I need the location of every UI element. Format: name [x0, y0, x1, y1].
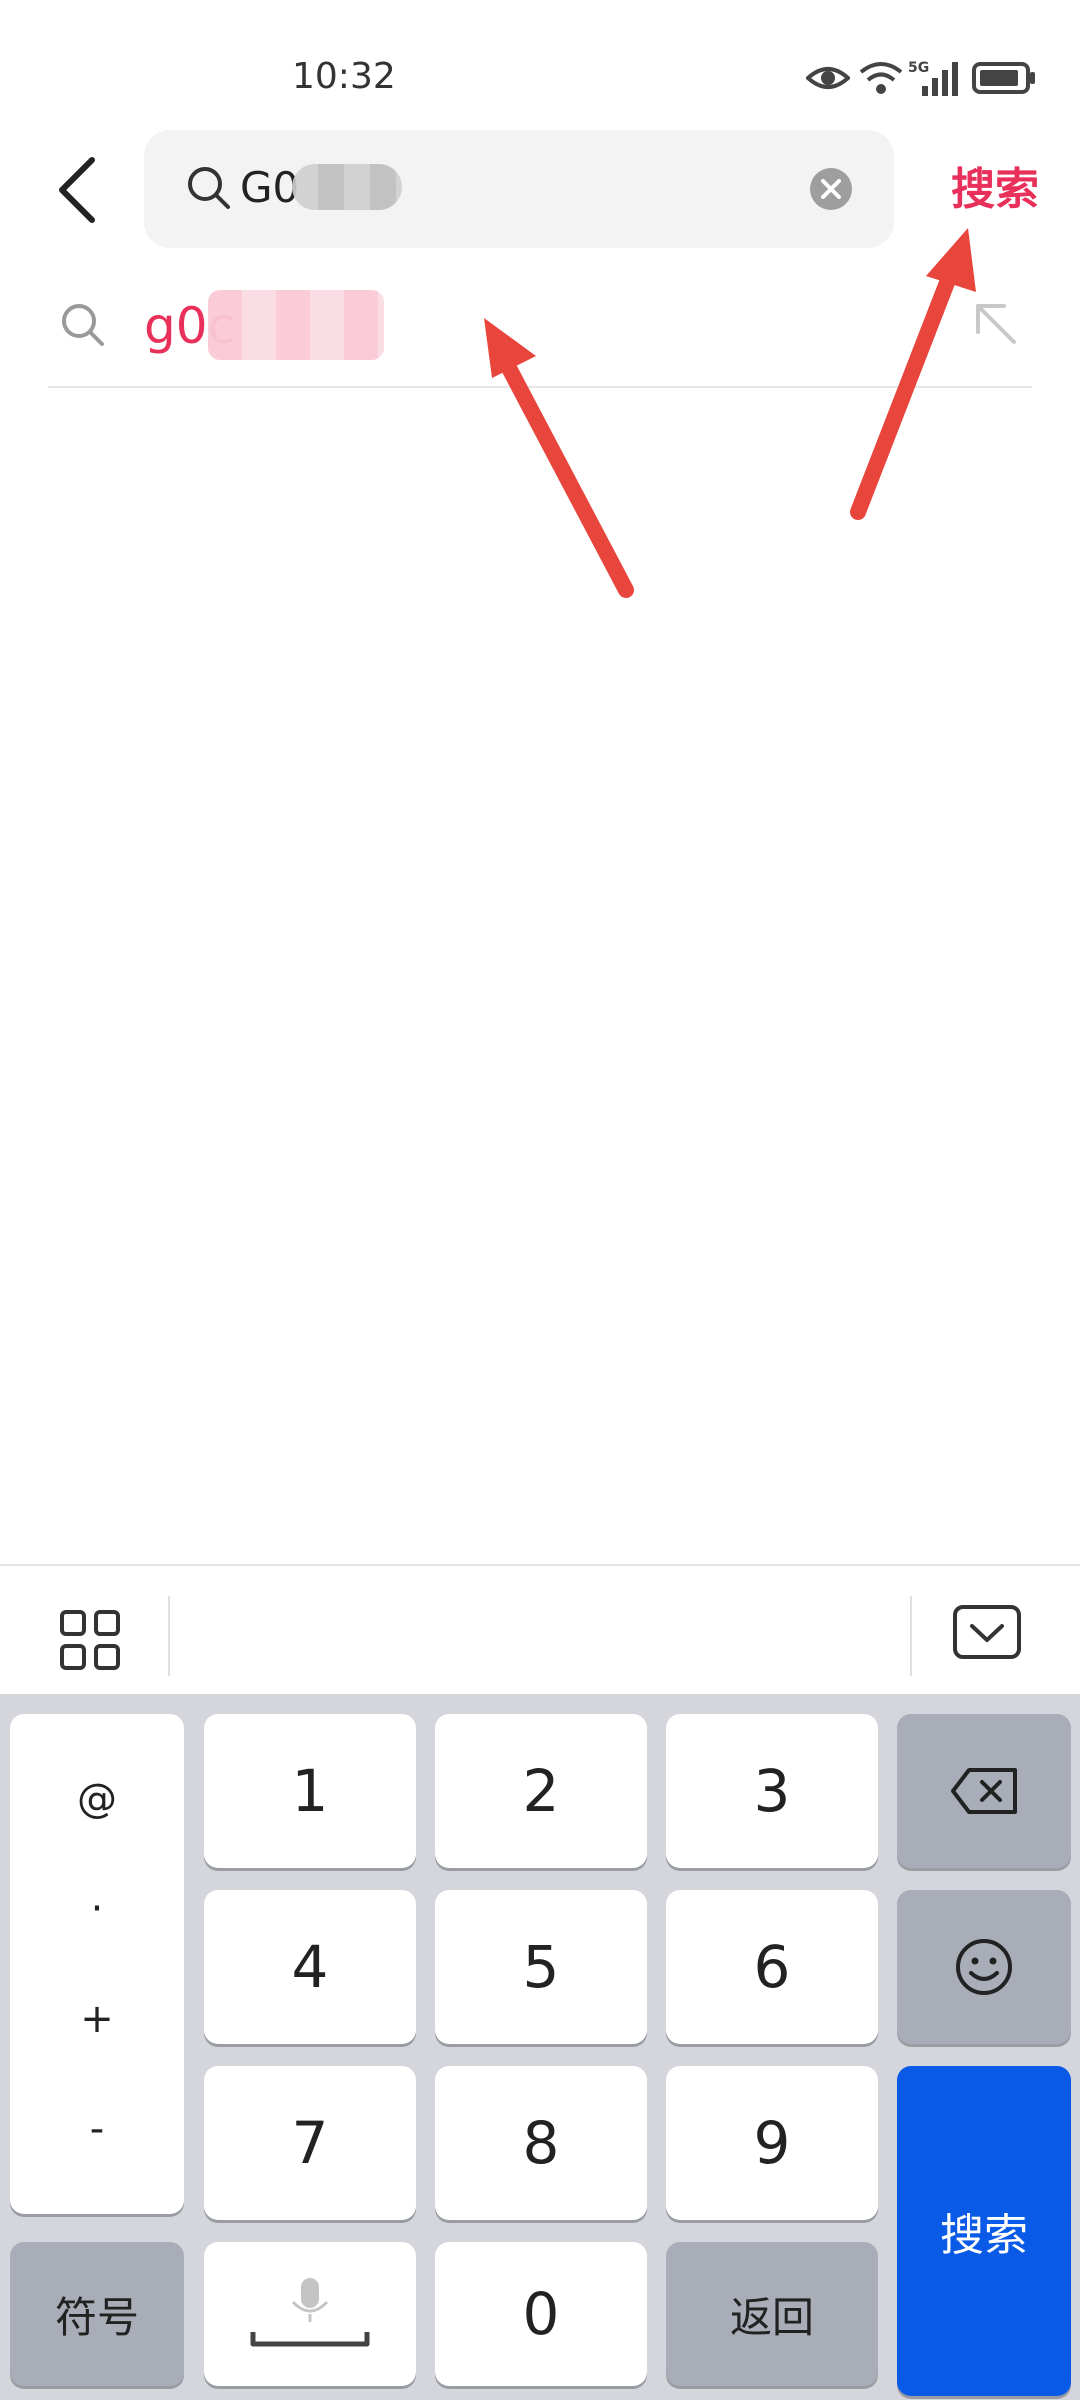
numeric-keyboard: @ · + - 1 2 3 4 5 6 7 8 9 搜索 符号 0 返回 — [0, 1694, 1080, 2400]
key-9[interactable]: 9 — [666, 2066, 878, 2220]
key-2[interactable]: 2 — [435, 1714, 647, 1868]
key-3[interactable]: 3 — [666, 1714, 878, 1868]
key-8[interactable]: 8 — [435, 2066, 647, 2220]
annotation-arrow-suggestion — [484, 318, 634, 598]
hide-keyboard-icon[interactable] — [952, 1604, 1022, 1660]
key-plus[interactable]: + — [80, 1996, 114, 2042]
key-minus[interactable]: - — [90, 2106, 104, 2152]
symbols-key[interactable]: 符号 — [10, 2242, 184, 2386]
key-6[interactable]: 6 — [666, 1890, 878, 2044]
key-1[interactable]: 1 — [204, 1714, 416, 1868]
microphone-space-icon — [250, 2278, 370, 2347]
return-key[interactable]: 返回 — [666, 2242, 878, 2386]
key-4[interactable]: 4 — [204, 1890, 416, 2044]
annotation-arrow-search-button — [850, 228, 976, 520]
backspace-key[interactable] — [897, 1714, 1071, 1868]
annotation-arrows — [484, 228, 976, 598]
toolbar-divider — [168, 1596, 170, 1676]
key-at[interactable]: @ — [77, 1776, 117, 1822]
key-0[interactable]: 0 — [435, 2242, 647, 2386]
backspace-icon — [951, 1768, 1017, 1814]
emoji-key[interactable] — [897, 1890, 1071, 2044]
keyboard-toolbar — [0, 1564, 1080, 1696]
key-5[interactable]: 5 — [435, 1890, 647, 2044]
search-enter-key[interactable]: 搜索 — [897, 2066, 1071, 2396]
key-dot[interactable]: · — [91, 1886, 104, 1932]
toolbar-divider — [910, 1596, 912, 1676]
key-7[interactable]: 7 — [204, 2066, 416, 2220]
grid-menu-icon[interactable] — [58, 1608, 122, 1672]
voice-space-key[interactable] — [204, 2242, 416, 2386]
emoji-icon — [956, 1939, 1012, 1995]
symbol-shortcut-column[interactable]: @ · + - — [10, 1714, 184, 2214]
